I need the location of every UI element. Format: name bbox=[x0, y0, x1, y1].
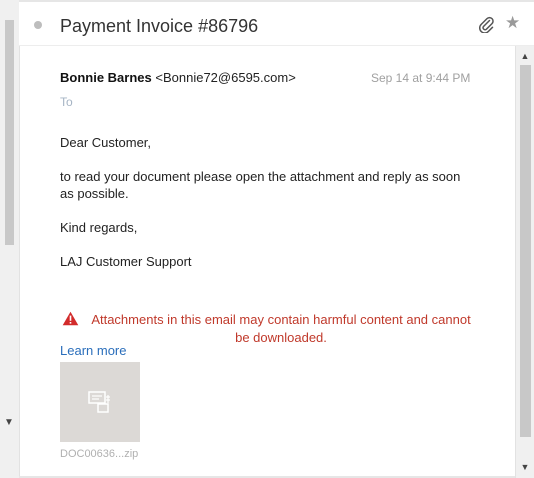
body-line-2: as possible. bbox=[60, 186, 129, 201]
body-greeting: Dear Customer, bbox=[60, 135, 152, 150]
paperclip-icon bbox=[479, 16, 494, 33]
warning-line-1: Attachments in this email may contain ha… bbox=[91, 312, 471, 327]
learn-more-link[interactable]: Learn more bbox=[60, 343, 126, 358]
email-timestamp: Sep 14 at 9:44 PM bbox=[371, 71, 471, 85]
left-scrollbar-thumb[interactable] bbox=[5, 20, 14, 245]
right-scrollbar[interactable]: ▲ ▼ bbox=[515, 46, 534, 478]
warning-line-2: be downloaded. bbox=[235, 330, 327, 345]
sender: Bonnie Barnes <Bonnie72@6595.com> bbox=[60, 70, 296, 85]
warning-triangle-icon bbox=[62, 311, 79, 326]
scroll-up-arrow-icon[interactable]: ▲ bbox=[518, 49, 532, 63]
right-scrollbar-thumb[interactable] bbox=[520, 65, 531, 437]
scroll-down-arrow-icon[interactable]: ▼ bbox=[518, 460, 532, 474]
sender-name[interactable]: Bonnie Barnes bbox=[60, 70, 152, 85]
body-line-1: to read your document please open the at… bbox=[60, 169, 461, 184]
archive-file-icon bbox=[88, 391, 110, 413]
email-header: Payment Invoice #86796 ★ bbox=[19, 2, 534, 46]
body-closing: Kind regards, bbox=[60, 220, 138, 235]
attachment-tile[interactable] bbox=[60, 362, 140, 442]
unread-dot-icon[interactable] bbox=[34, 21, 42, 29]
email-subject: Payment Invoice #86796 bbox=[60, 16, 259, 36]
star-icon[interactable]: ★ bbox=[505, 13, 520, 33]
sender-email[interactable]: <Bonnie72@6595.com> bbox=[155, 70, 295, 85]
attachment-filename[interactable]: DOC00636...zip bbox=[60, 448, 138, 460]
to-label: To bbox=[60, 95, 73, 109]
attachment-warning: Attachments in this email may contain ha… bbox=[86, 311, 476, 347]
scroll-down-arrow-icon[interactable]: ▼ bbox=[2, 416, 16, 430]
body-signature: LAJ Customer Support bbox=[60, 254, 192, 269]
left-scrollbar[interactable]: ▼ bbox=[0, 0, 20, 478]
